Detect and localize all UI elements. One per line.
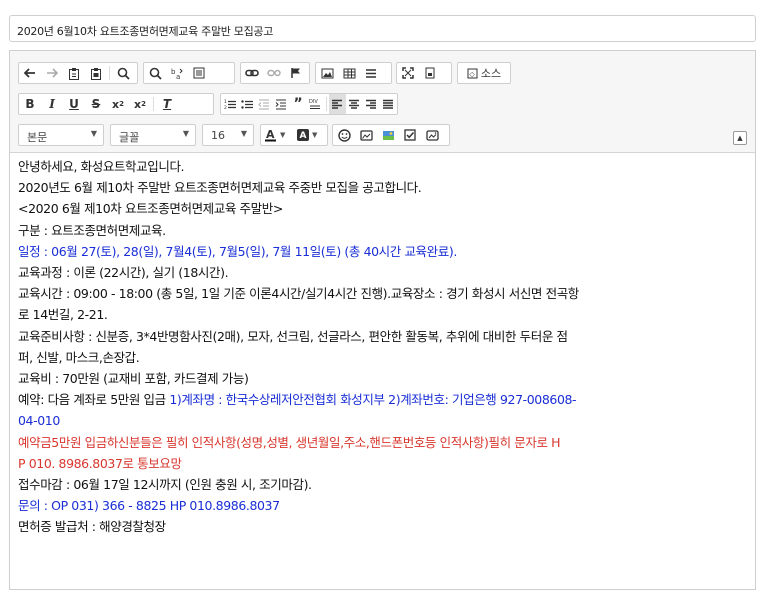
font-select[interactable]: 글꼴 ▼	[110, 124, 196, 146]
toolbar-group-insert	[315, 62, 392, 84]
chevron-down-icon: ▼	[240, 129, 247, 138]
align-center-icon[interactable]	[346, 94, 363, 114]
svg-text:A: A	[300, 131, 307, 141]
toolbar-group-links	[240, 62, 310, 84]
post-title-field[interactable]: 2020년 6월10차 요트조종면허면제교육 주말반 모집공고	[9, 15, 756, 42]
anchor-flag-icon[interactable]	[285, 63, 307, 83]
content-line: 교육준비사항 : 신분증, 3*4반명함사진(2매), 모자, 선크림, 선글라…	[18, 328, 568, 344]
numbered-list-icon[interactable]: 12	[221, 94, 238, 114]
outdent-icon[interactable]	[255, 94, 272, 114]
svg-text:▼: ▼	[312, 131, 318, 139]
image-icon[interactable]	[316, 63, 338, 83]
svg-text:▼: ▼	[280, 131, 286, 139]
content-line: 로 14번길, 2-21.	[18, 307, 108, 323]
content-line: 구분 : 요트조종면허면제교육.	[18, 222, 166, 238]
chevron-down-icon: ▼	[90, 129, 97, 138]
table-icon[interactable]	[338, 63, 360, 83]
editor-toolbar: ba ◇ 소스 B I U S x 2 x 2 T 1 2 ” DIV 본문 ▼…	[10, 51, 755, 153]
bulleted-list-icon[interactable]	[238, 94, 255, 114]
reservation-label: 예약: 다음 계좌로 5만원 입금	[18, 392, 170, 408]
content-line: <2020 6월 제10차 요트조종면허면제교육 주말반>	[18, 201, 283, 217]
align-left-icon[interactable]	[328, 94, 346, 114]
checkbox-icon[interactable]	[399, 125, 421, 145]
create-div-icon[interactable]: DIV	[307, 94, 324, 114]
toolbar-group-paragraph: 12 ” DIV	[220, 93, 398, 115]
text-color-button[interactable]: A ▼	[261, 125, 293, 145]
content-line: 면허증 발급처 : 해양경찰청장	[18, 519, 166, 535]
underline-icon[interactable]: U	[63, 94, 85, 114]
content-line: 교육시간 : 09:00 - 18:00 (총 5일, 1일 기준 이론4시간/…	[18, 286, 579, 302]
indent-icon[interactable]	[272, 94, 289, 114]
blockquote-icon[interactable]: ”	[290, 94, 307, 114]
link-icon[interactable]	[241, 63, 263, 83]
content-line: 2020년도 6월 제10차 주말반 요트조종면허면제교육 주중반 모집을 공고…	[18, 180, 422, 196]
undo-icon[interactable]	[19, 63, 41, 83]
svg-text:DIV: DIV	[309, 99, 318, 105]
toolbar-group-colors: A ▼ A ▼	[260, 124, 328, 146]
smiley-icon[interactable]	[333, 125, 355, 145]
italic-icon[interactable]: I	[41, 94, 63, 114]
font-size-select[interactable]: 16 ▼	[202, 124, 254, 146]
find-icon[interactable]	[112, 63, 134, 83]
svg-text:A: A	[266, 128, 275, 141]
svg-text:◇: ◇	[469, 70, 475, 78]
account-info: 1)계좌명 : 한국수상레저안전협회 화성지부 2)계좌번호: 기업은행 927…	[169, 392, 577, 408]
content-line: 교육과정 : 이론 (22시간), 실기 (18시간).	[18, 265, 229, 281]
content-line-deposit-notice-cont: P 010. 8986.8037로 통보요망	[18, 455, 182, 471]
align-justify-icon[interactable]	[380, 94, 397, 114]
toolbar-group-view	[396, 62, 452, 84]
background-color-button[interactable]: A ▼	[293, 125, 325, 145]
select-all-icon[interactable]	[188, 63, 210, 83]
horizontal-rule-icon[interactable]	[360, 63, 382, 83]
redo-icon[interactable]	[41, 63, 63, 83]
color-image-icon[interactable]	[377, 125, 399, 145]
font-size-select-value: 16	[211, 129, 225, 142]
toolbar-group-search: ba	[143, 62, 235, 84]
post-title-text: 2020년 6월10차 요트조종면허면제교육 주말반 모집공고	[17, 25, 274, 38]
content-line: 퍼, 신발, 마스크,손장갑.	[18, 349, 140, 365]
source-button[interactable]: ◇ 소스	[458, 63, 510, 83]
align-right-icon[interactable]	[363, 94, 380, 114]
source-label: 소스	[480, 67, 502, 80]
subscript-icon[interactable]: x2	[107, 94, 129, 114]
content-line: 안녕하세요, 화성요트학교입니다.	[18, 159, 185, 174]
content-line-deposit-notice: 예약금5만원 입금하신분들은 필히 인적사항(성명,성별, 생년월일,주소,핸드…	[18, 434, 561, 450]
content-line-account-cont: 04-010	[18, 413, 60, 429]
svg-text:1: 1	[224, 99, 227, 105]
content-line-contact: 문의 : OP 031) 366 - 8825 HP 010.8986.8037	[18, 498, 280, 514]
chevron-down-icon: ▼	[182, 129, 189, 138]
svg-text:2: 2	[224, 105, 227, 110]
editor-content[interactable]: 안녕하세요, 화성요트학교입니다. 2020년도 6월 제10차 주말반 요트조…	[18, 156, 748, 538]
search-icon[interactable]	[144, 63, 166, 83]
remove-format-icon[interactable]: T	[156, 94, 178, 114]
strikethrough-icon[interactable]: S	[85, 94, 107, 114]
replace-icon[interactable]: ba	[166, 63, 188, 83]
toolbar-group-extras	[332, 124, 450, 146]
content-line: 접수마감 : 06월 17일 12시까지 (인원 충원 시, 조기마감).	[18, 477, 312, 493]
superscript-icon[interactable]: x2	[129, 94, 151, 114]
toolbar-group-clipboard	[18, 62, 138, 84]
maximize-icon[interactable]	[397, 63, 419, 83]
image-box-icon[interactable]	[355, 125, 377, 145]
toolbar-group-basic-styles: B I U S x2 x2 T	[18, 93, 214, 115]
content-line-reservation: 예약: 다음 계좌로 5만원 입금 1)계좌명 : 한국수상레저안전협회 화성지…	[18, 389, 748, 410]
collapse-toolbar-icon[interactable]: ▲	[733, 131, 747, 145]
show-blocks-icon[interactable]	[419, 63, 441, 83]
paste-text-icon[interactable]	[63, 63, 85, 83]
media-icon[interactable]	[421, 125, 443, 145]
bold-icon[interactable]: B	[19, 94, 41, 114]
format-select[interactable]: 본문 ▼	[18, 124, 104, 146]
font-select-value: 글꼴	[119, 131, 140, 144]
content-line: 교육비 : 70만원 (교재비 포함, 카드결제 가능)	[18, 371, 249, 387]
toolbar-group-source: ◇ 소스	[457, 62, 511, 84]
rich-text-editor: ba ◇ 소스 B I U S x 2 x 2 T 1 2 ” DIV 본문 ▼…	[9, 50, 756, 590]
unlink-icon[interactable]	[263, 63, 285, 83]
format-select-value: 본문	[27, 131, 48, 144]
content-line-schedule: 일정 : 06월 27(토), 28(일), 7월4(토), 7월5(일), 7…	[18, 243, 457, 259]
paste-word-icon[interactable]	[85, 63, 107, 83]
svg-text:a: a	[176, 73, 180, 80]
